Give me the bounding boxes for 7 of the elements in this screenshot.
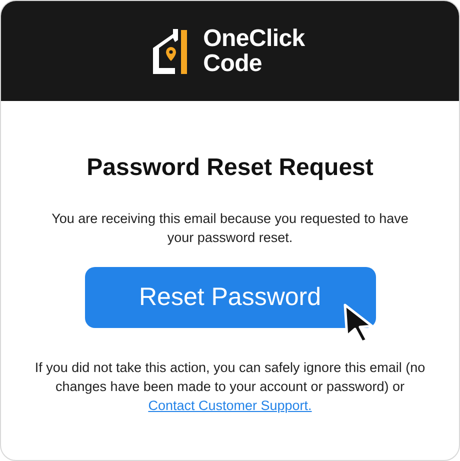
footer-text: If you did not take this action, you can safely ignore this email (no changes have been made to your account or password) or Contact Customer Support. [34, 359, 426, 415]
brand-name: Code [203, 51, 263, 76]
brand-name: OneClick [203, 26, 305, 51]
reset-password-button[interactable]: Reset Password [84, 267, 376, 328]
email-title: Password Reset Request [86, 153, 374, 183]
support-link[interactable]: Contact Customer Support. [148, 398, 312, 413]
intro-text: You are receiving this email because you requested to have your password reset. [50, 210, 410, 247]
